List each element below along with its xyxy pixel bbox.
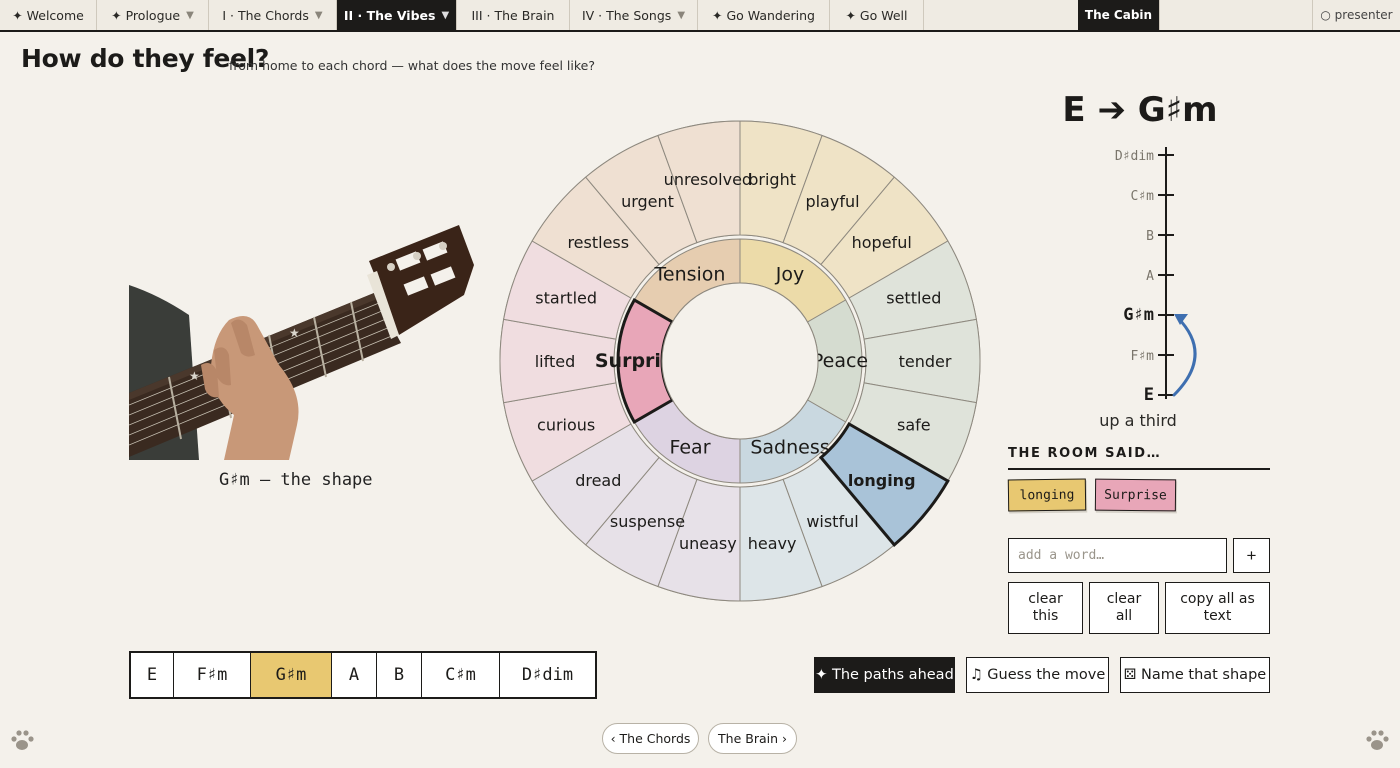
paw-icon	[1366, 730, 1389, 750]
tab-the-brain[interactable]: III · The Brain	[457, 0, 570, 30]
move-arrow	[1172, 316, 1197, 397]
wheel-outer-label-unresolved: unresolved	[664, 170, 752, 189]
tab-prologue-label: ✦ Prologue	[111, 7, 181, 23]
chord-ladder: D♯dim C♯m B A G♯m F♯m E	[1115, 147, 1197, 405]
presenter-toggle[interactable]: ○ presenter	[1312, 0, 1400, 30]
chord-c-sharp-minor[interactable]: C♯m	[422, 653, 500, 697]
guitar-neck-illustration: ★ ★	[129, 225, 474, 460]
copy-all-label: copy all as text	[1180, 591, 1255, 624]
chord-b[interactable]: B	[377, 653, 422, 697]
room-tag-label: longing	[1019, 487, 1075, 503]
clear-all-button[interactable]: clear all	[1089, 582, 1159, 634]
tab-the-chords[interactable]: I · The Chords ▼	[209, 0, 337, 30]
tab-welcome-label: ✦ Welcome	[12, 7, 84, 23]
ladder-label: G♯m	[1123, 305, 1154, 325]
chord-f-sharp-minor[interactable]: F♯m	[174, 653, 251, 697]
name-that-shape-button[interactable]: ⚄ Name that shape	[1120, 657, 1270, 693]
chevron-down-icon: ▼	[441, 9, 450, 21]
chord-a[interactable]: A	[332, 653, 377, 697]
cabin-button[interactable]: The Cabin	[1078, 0, 1160, 30]
room-heading: THE ROOM SAID…	[1008, 446, 1270, 470]
top-nav: ✦ Welcome ✦ Prologue ▼ I · The Chords ▼ II…	[0, 0, 1400, 32]
chord-g-sharp-minor[interactable]: G♯m	[251, 653, 332, 697]
chevron-down-icon: ▼	[314, 9, 323, 21]
move-title: E ➔ G♯m	[1062, 90, 1218, 130]
wheel-outer-label-settled: settled	[886, 289, 941, 308]
wheel-outer-label-wistful: wistful	[806, 512, 858, 531]
tab-welcome[interactable]: ✦ Welcome	[0, 0, 97, 30]
clear-all-label: clear all	[1106, 591, 1142, 624]
tab-go-well[interactable]: ✦ Go Well	[830, 0, 924, 30]
wheel-inner-label-joy: Joy	[775, 263, 804, 285]
copy-all-button[interactable]: copy all as text	[1165, 582, 1270, 634]
ladder-label: B	[1146, 229, 1154, 244]
ladder-label: F♯m	[1131, 349, 1155, 364]
wheel-inner-label-tension: Tension	[654, 263, 726, 285]
emotion-wheel: bright playful hopeful settled tender safe lon…	[499, 120, 981, 602]
tab-the-chords-label: I · The Chords	[222, 7, 309, 23]
tab-go-wandering-label: ✦ Go Wandering	[712, 7, 815, 23]
ladder-label: E	[1144, 385, 1154, 405]
paths-ahead-button[interactable]: ✦ The paths ahead	[814, 657, 955, 693]
clear-this-button[interactable]: clear this	[1008, 582, 1083, 634]
chevron-down-icon: ▼	[677, 9, 686, 21]
wheel-outer-label-dread: dread	[575, 471, 621, 490]
wheel-outer-label-heavy: heavy	[748, 534, 797, 553]
chord-selector: E F♯m G♯m A B C♯m D♯dim	[129, 651, 597, 699]
wheel-inner-label-peace: Peace	[812, 350, 868, 372]
tab-the-songs[interactable]: IV · The Songs ▼	[570, 0, 698, 30]
move-description: up a third	[1099, 411, 1177, 430]
wheel-inner-label-fear: Fear	[669, 437, 710, 459]
guess-the-move-button[interactable]: ♫ Guess the move	[966, 657, 1109, 693]
room-tag-longing[interactable]: longing	[1007, 478, 1087, 512]
ladder-label: D♯dim	[1115, 149, 1154, 164]
wheel-outer-label-longing: longing	[848, 471, 916, 490]
fret-inlay: ★	[289, 326, 300, 340]
shape-caption: G♯m — the shape	[219, 470, 373, 490]
wheel-outer-label-suspense: suspense	[610, 512, 685, 531]
prev-section-button[interactable]: ‹ The Chords	[602, 723, 699, 754]
chord-e[interactable]: E	[131, 653, 174, 697]
wheel-outer-label-urgent: urgent	[621, 192, 674, 211]
wheel-outer-label-curious: curious	[537, 415, 595, 434]
tab-go-well-label: ✦ Go Well	[845, 7, 908, 23]
tab-the-songs-label: IV · The Songs	[581, 7, 672, 23]
presenter-label: ○ presenter	[1320, 8, 1393, 22]
wheel-outer-label-hopeful: hopeful	[852, 233, 912, 252]
fret-inlay: ★	[189, 369, 200, 383]
wheel-outer-label-uneasy: uneasy	[679, 534, 737, 553]
wheel-outer-label-restless: restless	[567, 233, 629, 252]
wheel-outer-label-safe: safe	[897, 415, 931, 434]
ladder-label: A	[1146, 269, 1154, 284]
wheel-outer-label-playful: playful	[805, 192, 859, 211]
ladder-label: C♯m	[1131, 189, 1155, 204]
tab-the-vibes-label: II · The Vibes	[343, 7, 436, 23]
clear-this-label: clear this	[1028, 591, 1063, 624]
tab-the-vibes[interactable]: II · The Vibes ▼	[337, 0, 457, 30]
add-word-button[interactable]: +	[1233, 538, 1270, 573]
chevron-down-icon: ▼	[186, 9, 194, 21]
paw-icon	[11, 730, 34, 750]
tab-go-wandering[interactable]: ✦ Go Wandering	[698, 0, 830, 30]
chord-d-sharp-dim[interactable]: D♯dim	[500, 653, 595, 697]
cabin-label: The Cabin	[1084, 8, 1153, 22]
room-tag-surprise[interactable]: Surprise	[1094, 478, 1177, 512]
move-arrowhead	[1174, 314, 1188, 325]
page-subtitle: from home to each chord — what does the …	[229, 58, 595, 73]
wheel-outer-label-lifted: lifted	[535, 352, 576, 371]
tab-prologue[interactable]: ✦ Prologue ▼	[97, 0, 209, 30]
wheel-outer-label-bright: bright	[748, 170, 796, 189]
wheel-inner-label-sadness: Sadness	[750, 437, 829, 459]
wheel-outer-label-startled: startled	[535, 289, 597, 308]
add-word-input[interactable]	[1008, 538, 1227, 573]
wheel-outer-label-tender: tender	[899, 352, 952, 371]
room-tag-label: Surprise	[1104, 487, 1167, 503]
next-section-button[interactable]: The Brain ›	[708, 723, 797, 754]
wheel-center	[661, 282, 819, 440]
tab-the-brain-label: III · The Brain	[471, 7, 555, 23]
